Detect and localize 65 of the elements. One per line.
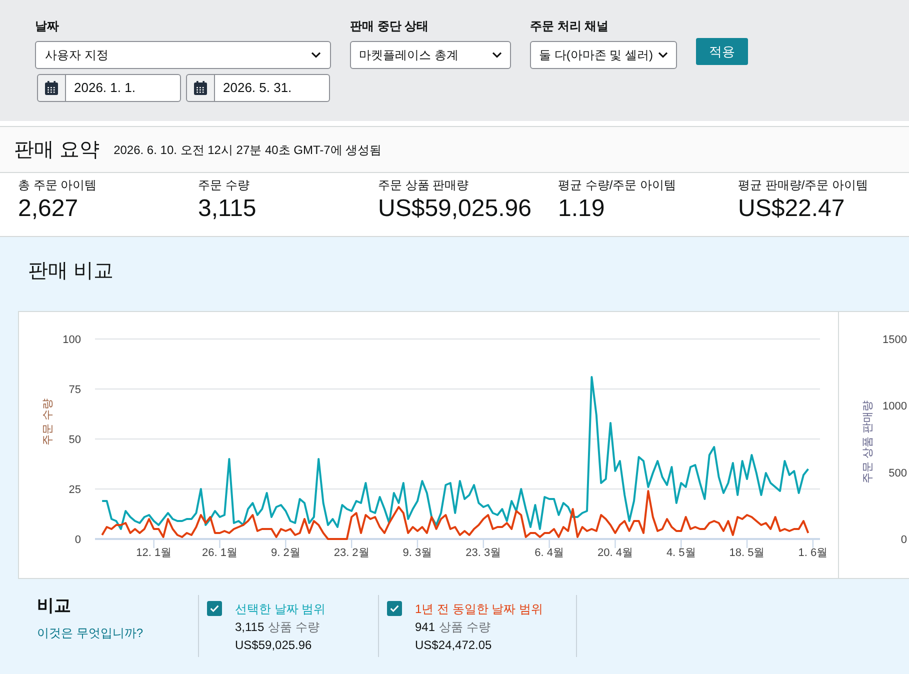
calendar-button[interactable] (186, 74, 215, 102)
legend-label: 1년 전 동일한 날짜 범위 (415, 601, 544, 618)
axis-tick-label: 23. 3월 (466, 547, 502, 559)
metric-label: 평균 수량/주문 아이템 (558, 177, 676, 194)
filter-label: 판매 중단 상태 (350, 18, 429, 34)
metric-label: 평균 판매량/주문 아이템 (738, 177, 868, 194)
axis-tick-label: 0 (900, 534, 907, 546)
checkbox[interactable] (207, 601, 222, 616)
sales-amount: US$59,025.96 (235, 637, 312, 654)
axis-tick-label: 0 (74, 534, 81, 546)
axis-tick-label: 1500 (882, 334, 907, 346)
date-field[interactable]: 2026. 1. 1. (66, 74, 181, 102)
chevron-down-icon (311, 52, 321, 58)
legend-title: 비교 (37, 595, 71, 617)
filter-label: 날짜 (35, 18, 59, 34)
calendar-icon (45, 81, 58, 95)
axis-tick-label: 25 (68, 484, 81, 496)
dropdown[interactable]: 마켓플레이스 총계 (350, 41, 511, 69)
calendar-button[interactable] (37, 74, 66, 102)
axis-tick-label: 26. 1월 (202, 547, 238, 559)
dropdown[interactable]: 둘 다(아마존 및 셀러) (530, 41, 677, 69)
axis-tick-label: 20. 4월 (597, 547, 633, 559)
dropdown[interactable]: 사용자 지정 (35, 41, 331, 69)
legend-label: 선택한 날짜 범위 (235, 601, 326, 618)
axis-tick-label: 4. 5월 (666, 547, 696, 559)
check-icon (210, 605, 219, 612)
checkbox[interactable] (387, 601, 402, 616)
sales-amount: US$24,472.05 (415, 637, 492, 654)
axis-tick-label: 9. 2월 (270, 547, 300, 559)
axis-tick-label: 6. 4월 (534, 547, 564, 559)
axis-title: 주문 상품 판매량 (862, 400, 874, 484)
axis-tick-label: 9. 3월 (402, 547, 432, 559)
metric-value: 1.19 (558, 194, 605, 224)
axis-tick-label: 500 (888, 467, 907, 480)
check-icon (390, 605, 399, 612)
metric-label: 주문 상품 판매량 (378, 177, 469, 194)
filter-label: 주문 처리 채널 (530, 18, 609, 34)
metric-value: 2,627 (18, 194, 78, 224)
axis-tick-label: 12. 1월 (136, 547, 172, 559)
metric-value: US$22.47 (738, 194, 845, 224)
metric-value: 3,115 (198, 194, 256, 224)
chevron-down-icon (492, 52, 502, 58)
unit-count: 941 (415, 619, 436, 636)
axis-tick-label: 18. 5월 (729, 547, 765, 559)
calendar-icon (194, 81, 207, 95)
unit-label: 상품 수량 (268, 619, 320, 636)
metric-label: 주문 수량 (198, 177, 250, 194)
axis-tick-label: 23. 2월 (334, 547, 370, 559)
metric-value: US$59,025.96 (378, 194, 532, 224)
chevron-down-icon (658, 52, 668, 58)
apply-button[interactable]: 적용 (696, 38, 748, 65)
axis-tick-label: 50 (68, 434, 81, 446)
unit-count: 3,115 (235, 619, 264, 636)
metric-label: 총 주문 아이템 (18, 177, 97, 194)
summary-title: 판매 요약 (14, 138, 100, 162)
help-link[interactable]: 이것은 무엇입니까? (37, 624, 144, 642)
axis-tick-label: 1000 (882, 400, 907, 413)
date-field[interactable]: 2026. 5. 31. (215, 74, 330, 102)
axis-title: 주문 수량 (42, 398, 54, 446)
generated-time: 2026. 6. 10. 오전 12시 27분 40초 GMT-7에 생성됨 (114, 142, 382, 158)
unit-label: 상품 수량 (439, 619, 490, 636)
axis-tick-label: 75 (68, 384, 81, 396)
axis-tick-label: 100 (62, 334, 81, 346)
section-title: 판매 비교 (28, 259, 114, 284)
axis-tick-label: 1. 6월 (798, 547, 828, 559)
